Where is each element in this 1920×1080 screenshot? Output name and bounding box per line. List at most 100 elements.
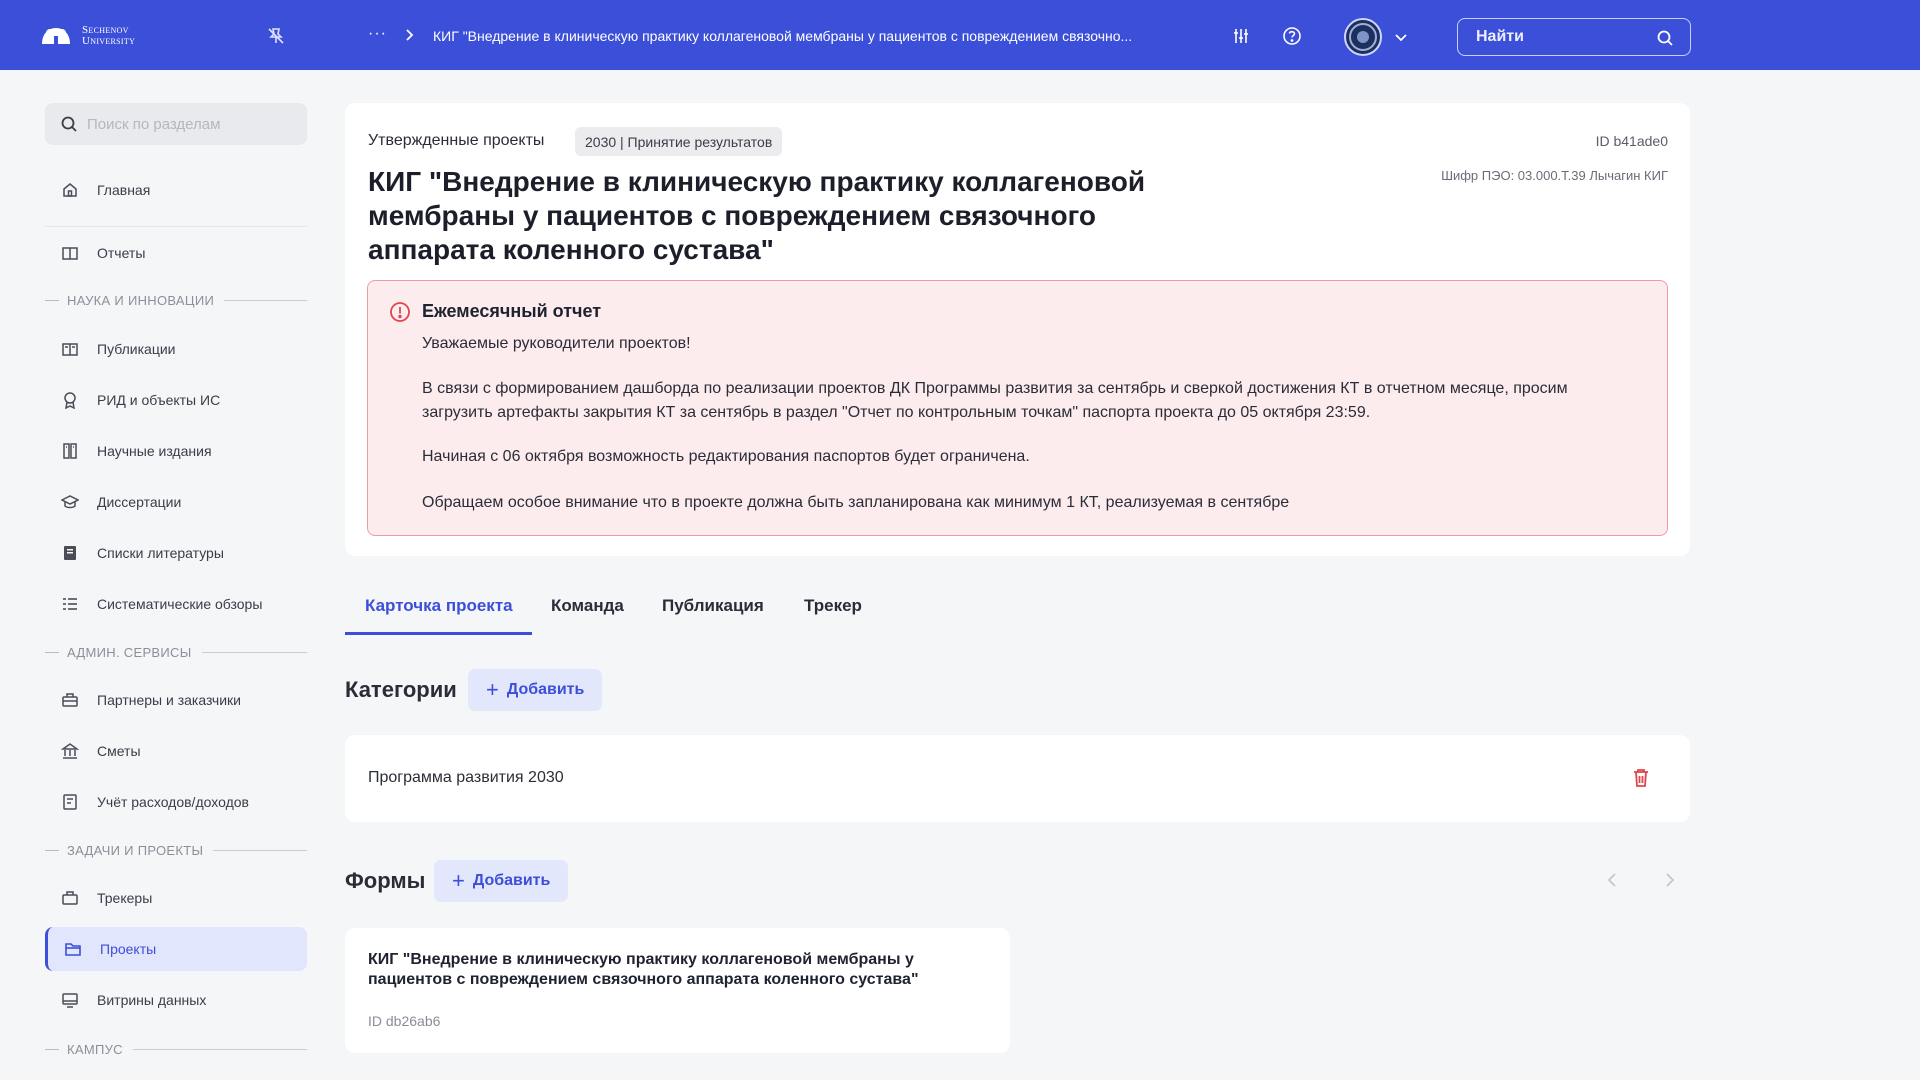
project-id: ID b41ade0 bbox=[1595, 133, 1668, 149]
monthly-report-alert: Ежемесячный отчет Уважаемые руководители… bbox=[367, 280, 1668, 536]
plus-icon: + bbox=[452, 868, 465, 893]
alert-circle-icon bbox=[390, 302, 410, 322]
sidebar-item-label: Публикации bbox=[97, 341, 176, 357]
sidebar-item-label: Витрины данных bbox=[97, 992, 207, 1008]
sidebar-section-title: ЗАДАЧИ И ПРОЕКТЫ bbox=[67, 842, 204, 858]
home-icon bbox=[63, 183, 77, 197]
pin-icon[interactable] bbox=[266, 26, 286, 46]
sidebar-item-projects[interactable]: Проекты bbox=[45, 927, 307, 971]
sidebar-item-rid[interactable]: РИД и объекты ИС bbox=[45, 378, 307, 422]
filters-icon[interactable] bbox=[1231, 26, 1251, 46]
breadcrumb-more[interactable]: ··· bbox=[368, 25, 387, 43]
book-open-icon bbox=[62, 343, 78, 356]
sidebar-item-label: Систематические обзоры bbox=[97, 596, 263, 612]
page-title: КИГ "Внедрение в клиническую практику ко… bbox=[368, 166, 1146, 265]
folder-icon bbox=[65, 943, 81, 956]
bank-icon bbox=[61, 743, 79, 759]
category-item: Программа развития 2030 bbox=[345, 735, 1690, 822]
sidebar-item-label: Сметы bbox=[97, 743, 141, 759]
sidebar-item-label: Учёт расходов/доходов bbox=[97, 794, 249, 810]
sidebar-item-label: Проекты bbox=[100, 941, 157, 957]
form-title: КИГ "Внедрение в клиническую практику ко… bbox=[368, 951, 919, 988]
sidebar-section-title: НАУКА И ИННОВАЦИИ bbox=[67, 292, 215, 308]
sidebar-item-label: РИД и объекты ИС bbox=[97, 392, 221, 408]
global-search-label: Найти bbox=[1476, 28, 1524, 45]
add-category-label: Добавить bbox=[506, 681, 585, 698]
sidebar-item-label: Главная bbox=[97, 182, 151, 198]
trash-icon[interactable] bbox=[1632, 768, 1650, 788]
project-cipher: Шифр ПЭО: 03.000.Т.39 Лычагин КИГ bbox=[1441, 168, 1668, 183]
tab-team[interactable]: Команда bbox=[551, 596, 624, 616]
plus-icon: + bbox=[486, 677, 499, 702]
graduation-cap-icon bbox=[61, 495, 79, 509]
help-icon[interactable] bbox=[1282, 26, 1302, 46]
forms-title: Формы bbox=[345, 868, 426, 893]
alert-title: Ежемесячный отчет bbox=[422, 301, 602, 321]
active-tab-indicator bbox=[345, 632, 532, 635]
sidebar-search-placeholder: Поиск по разделам bbox=[87, 115, 221, 133]
tab-tracker[interactable]: Трекер bbox=[804, 596, 862, 616]
sidebar-item-label: Диссертации bbox=[97, 494, 182, 510]
alert-paragraph: Обращаем особое внимание что в проекте д… bbox=[422, 494, 1290, 511]
sidebar-item-trackers[interactable]: Трекеры bbox=[45, 876, 307, 920]
project-header-card: Утвержденные проекты 2030 | Принятие рез… bbox=[345, 103, 1690, 556]
chevron-down-icon[interactable] bbox=[1393, 29, 1409, 45]
sidebar-item-label: Отчеты bbox=[97, 245, 146, 261]
sidebar-item-label: Списки литературы bbox=[97, 545, 224, 561]
sidebar-search-input[interactable]: Поиск по разделам bbox=[45, 103, 307, 145]
user-avatar[interactable] bbox=[1344, 18, 1382, 56]
top-bar: Sechenov University ··· КИГ "Внедрение в… bbox=[0, 0, 1920, 70]
sidebar-section-admin: АДМИН. СЕРВИСЫ bbox=[45, 642, 307, 662]
sidebar-section-science: НАУКА И ИННОВАЦИИ bbox=[45, 290, 307, 310]
university-logo[interactable]: Sechenov University bbox=[38, 22, 135, 50]
sidebar-item-accounting[interactable]: Учёт расходов/доходов bbox=[45, 780, 307, 824]
chevron-right-icon[interactable] bbox=[1660, 871, 1678, 889]
sidebar-section-campus: КАМПУС bbox=[45, 1039, 307, 1059]
search-icon[interactable] bbox=[1656, 29, 1674, 47]
sidebar-item-data-showcases[interactable]: Витрины данных bbox=[45, 978, 307, 1022]
avatar-emblem-icon bbox=[1349, 23, 1377, 51]
review-list-icon bbox=[63, 598, 77, 610]
sidebar-item-bibliography[interactable]: Списки литературы bbox=[45, 531, 307, 575]
form-id: ID db26ab6 bbox=[368, 1013, 441, 1029]
add-form-button[interactable]: + Добавить bbox=[434, 860, 569, 902]
categories-title: Категории bbox=[345, 677, 457, 702]
chevron-left-icon[interactable] bbox=[1604, 871, 1622, 889]
sidebar-divider bbox=[45, 226, 307, 227]
add-category-button[interactable]: + Добавить bbox=[468, 669, 603, 711]
sidebar-item-journals[interactable]: Научные издания bbox=[45, 429, 307, 473]
sidebar-item-label: Трекеры bbox=[97, 890, 153, 906]
global-search-input[interactable]: Найти bbox=[1457, 18, 1691, 56]
breadcrumb-current[interactable]: КИГ "Внедрение в клиническую практику ко… bbox=[433, 28, 1185, 44]
monitor-icon bbox=[62, 993, 78, 1008]
sidebar-item-dissertations[interactable]: Диссертации bbox=[45, 480, 307, 524]
list-book-icon bbox=[64, 546, 76, 560]
sidebar-item-partners[interactable]: Партнеры и заказчики bbox=[45, 678, 307, 722]
logo-icon bbox=[42, 28, 70, 46]
category-name: Программа развития 2030 bbox=[368, 769, 564, 786]
project-status-label[interactable]: Утвержденные проекты bbox=[368, 132, 544, 150]
sidebar-item-label: Научные издания bbox=[97, 443, 212, 459]
logo-text: Sechenov University bbox=[82, 24, 136, 47]
journal-icon bbox=[63, 443, 77, 459]
sidebar-item-systematic-reviews[interactable]: Систематические обзоры bbox=[45, 582, 307, 626]
briefcase-icon bbox=[62, 693, 78, 707]
award-icon bbox=[64, 392, 76, 409]
tab-project-card[interactable]: Карточка проекта bbox=[365, 596, 513, 616]
search-icon bbox=[61, 116, 77, 132]
sidebar-section-title: КАМПУС bbox=[67, 1041, 123, 1057]
chevron-right-icon bbox=[406, 29, 414, 41]
sidebar-item-estimates[interactable]: Сметы bbox=[45, 729, 307, 773]
sidebar-item-publications[interactable]: Публикации bbox=[45, 327, 307, 371]
add-form-label: Добавить bbox=[472, 872, 551, 889]
alert-paragraph: Начиная с 06 октября возможность редакти… bbox=[422, 448, 1030, 465]
book-icon bbox=[62, 247, 78, 260]
sidebar-item-reports[interactable]: Отчеты bbox=[45, 231, 307, 275]
ledger-icon bbox=[63, 794, 77, 810]
tab-publication[interactable]: Публикация bbox=[662, 596, 764, 616]
sidebar-section-tasks: ЗАДАЧИ И ПРОЕКТЫ bbox=[45, 840, 307, 860]
sidebar-item-label: Партнеры и заказчики bbox=[97, 692, 241, 708]
form-card[interactable]: КИГ "Внедрение в клиническую практику ко… bbox=[345, 928, 1010, 1053]
sidebar-item-home[interactable]: Главная bbox=[45, 168, 307, 212]
tracker-icon bbox=[62, 891, 78, 905]
